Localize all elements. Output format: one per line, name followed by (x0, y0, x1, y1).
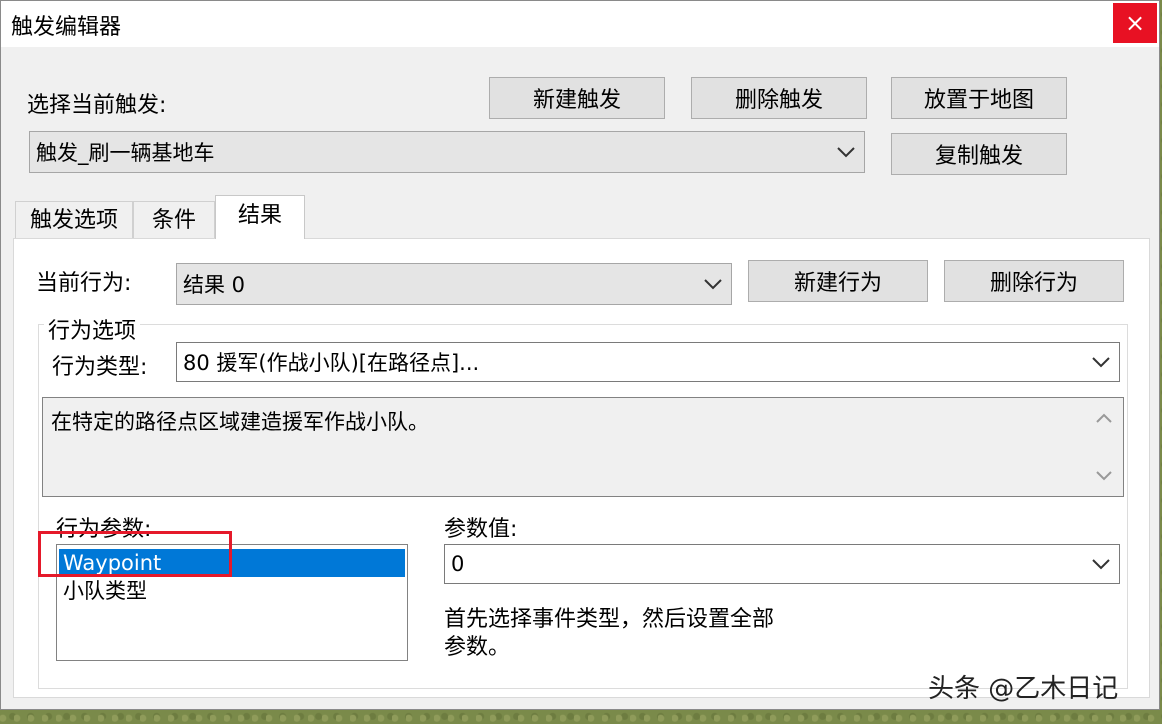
window-title: 触发编辑器 (11, 15, 122, 40)
delete-action-button[interactable]: 删除行为 (944, 260, 1124, 302)
chevron-down-icon (837, 147, 855, 158)
delete-trigger-button[interactable]: 删除触发 (691, 77, 867, 119)
action-description-box: 在特定的路径点区域建造援军作战小队。 (42, 397, 1124, 497)
action-type-value: 80 援军(作战小队)[在路径点]... (183, 351, 480, 375)
current-trigger-value: 触发_刷一辆基地车 (36, 141, 215, 165)
current-action-label: 当前行为: (36, 271, 132, 296)
watermark: 头条 @乙木日记 (928, 674, 1119, 704)
hint-text-line2: 参数。 (444, 635, 511, 660)
current-action-value: 结果 0 (183, 273, 246, 297)
tab-results[interactable]: 结果 (215, 195, 305, 239)
close-icon: × (1124, 9, 1146, 37)
new-action-button[interactable]: 新建行为 (748, 260, 928, 302)
chevron-down-icon (704, 279, 722, 290)
place-on-map-button[interactable]: 放置于地图 (891, 77, 1067, 119)
tab-conditions[interactable]: 条件 (133, 201, 215, 239)
action-type-label: 行为类型: (52, 355, 148, 380)
action-type-select[interactable]: 80 援军(作战小队)[在路径点]... (176, 342, 1120, 382)
title-bar: 触发编辑器 × (1, 1, 1159, 47)
scroll-up-icon[interactable] (1095, 412, 1113, 424)
results-panel: 当前行为: 结果 0 新建行为 删除行为 行为选项 行为类型: 80 援军(作战… (13, 238, 1150, 698)
param-value-select[interactable]: 0 (444, 544, 1120, 584)
chevron-down-icon (1092, 357, 1110, 368)
highlight-box (38, 531, 232, 577)
action-description: 在特定的路径点区域建造援军作战小队。 (51, 410, 429, 434)
close-button[interactable]: × (1113, 3, 1157, 43)
chevron-down-icon (1092, 559, 1110, 570)
action-options-title: 行为选项 (44, 313, 141, 345)
current-action-select[interactable]: 结果 0 (176, 263, 732, 305)
list-item[interactable]: 小队类型 (59, 577, 147, 605)
param-value-label: 参数值: (444, 517, 518, 542)
tab-trigger-options[interactable]: 触发选项 (15, 201, 133, 239)
new-trigger-button[interactable]: 新建触发 (489, 77, 665, 119)
trigger-editor-window: 触发编辑器 × 选择当前触发: 新建触发 删除触发 放置于地图 复制触发 触发_… (0, 0, 1160, 710)
current-trigger-select[interactable]: 触发_刷一辆基地车 (29, 131, 865, 173)
param-value: 0 (451, 552, 465, 576)
copy-trigger-button[interactable]: 复制触发 (891, 133, 1067, 175)
select-trigger-label: 选择当前触发: (27, 93, 167, 118)
scroll-down-icon[interactable] (1095, 470, 1113, 482)
